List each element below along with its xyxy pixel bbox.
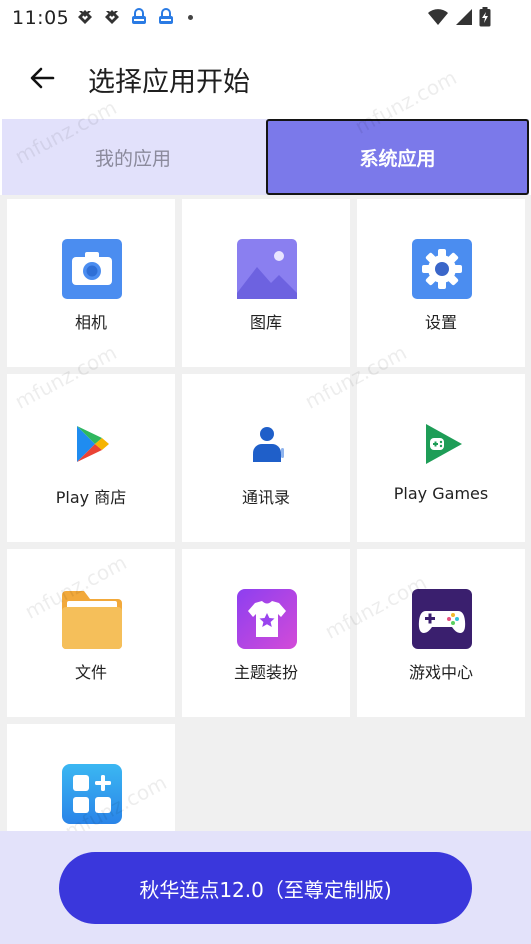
signal-icon [456, 9, 472, 25]
battery-charging-icon [479, 7, 491, 27]
app-label: Play 商店 [55, 488, 127, 507]
themes-shirt-icon [237, 589, 297, 649]
play-store-icon [77, 426, 109, 462]
camera-icon [62, 239, 122, 299]
app-tile-files[interactable]: 文件 [7, 549, 175, 717]
app-label: Play Games [393, 484, 489, 503]
app-source-tabs: 我的应用 系统应用 [2, 119, 529, 195]
arrow-back-icon [30, 67, 55, 89]
app-label: 游戏中心 [408, 663, 473, 682]
status-bar: 11:05 [0, 0, 531, 36]
app-tile-app-store[interactable] [7, 724, 175, 831]
app-tile-game-center[interactable]: 游戏中心 [357, 549, 525, 717]
app-tile-camera[interactable]: 相机 [7, 199, 175, 367]
app-tile-themes[interactable]: 主题装扮 [182, 549, 350, 717]
app-label: 图库 [249, 313, 282, 332]
app-label: 主题装扮 [233, 663, 298, 682]
wifi-icon [428, 9, 448, 25]
vpn-lock-icon [132, 8, 146, 24]
app-tile-play-games[interactable]: Play Games [357, 374, 525, 542]
contacts-icon [253, 427, 284, 462]
more-notifications-dot-icon [188, 14, 193, 20]
app-label: 设置 [424, 313, 457, 332]
gamepad-icon [412, 589, 472, 649]
app-label: 文件 [74, 663, 107, 682]
app-grid-plus-icon [62, 764, 122, 824]
play-games-icon [426, 424, 462, 464]
tab-system-apps[interactable]: 系统应用 [266, 119, 529, 195]
start-app-button[interactable]: 秋华连点12.0（至尊定制版) [59, 852, 472, 924]
app-header: 选择应用开始 [0, 40, 531, 116]
app-tile-contacts[interactable]: 通讯录 [182, 374, 350, 542]
settings-gear-icon [412, 239, 472, 299]
page-title: 选择应用开始 [88, 67, 250, 98]
tab-my-apps[interactable]: 我的应用 [2, 119, 264, 195]
notification-icons [76, 8, 193, 26]
app-label: 相机 [74, 313, 107, 332]
files-folder-icon [62, 591, 122, 649]
app-grid: 相机 图库 设置 Play 商店 通讯录 Play Games 文件 主题装扮 … [0, 195, 531, 831]
bottom-action-bar: 秋华连点12.0（至尊定制版) [0, 831, 531, 944]
diamond-notification-icon [105, 10, 119, 24]
app-label: 通讯录 [241, 488, 290, 507]
system-icons [427, 7, 491, 27]
vpn-lock-icon [159, 8, 173, 24]
back-button[interactable] [22, 58, 62, 98]
app-tile-play-store[interactable]: Play 商店 [7, 374, 175, 542]
app-tile-gallery[interactable]: 图库 [182, 199, 350, 367]
gallery-icon [237, 239, 297, 299]
diamond-notification-icon [78, 10, 92, 24]
app-tile-settings[interactable]: 设置 [357, 199, 525, 367]
status-time: 11:05 [12, 7, 70, 29]
